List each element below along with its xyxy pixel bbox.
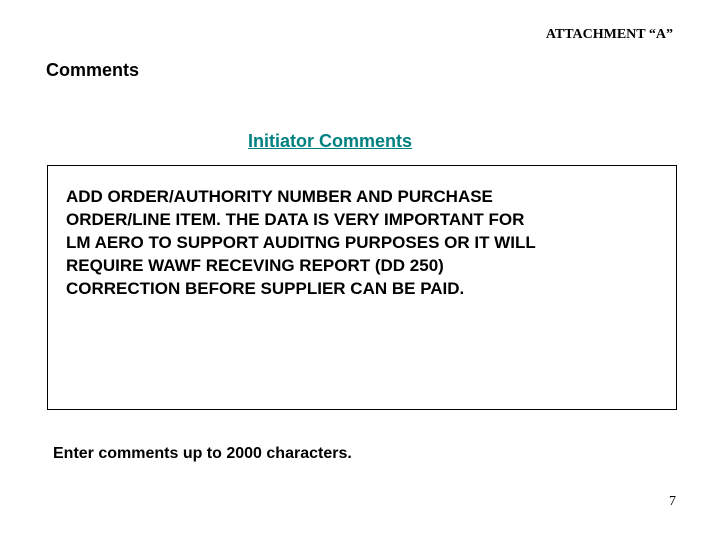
- page-number: 7: [669, 494, 676, 510]
- comments-textarea[interactable]: ADD ORDER/AUTHORITY NUMBER AND PURCHASE …: [47, 165, 677, 410]
- helper-text: Enter comments up to 2000 characters.: [53, 445, 352, 463]
- comment-content: ADD ORDER/AUTHORITY NUMBER AND PURCHASE …: [66, 186, 546, 301]
- attachment-label: ATTACHMENT “A”: [546, 27, 673, 43]
- comments-heading: Comments: [46, 60, 139, 81]
- initiator-comments-title: Initiator Comments: [248, 131, 412, 152]
